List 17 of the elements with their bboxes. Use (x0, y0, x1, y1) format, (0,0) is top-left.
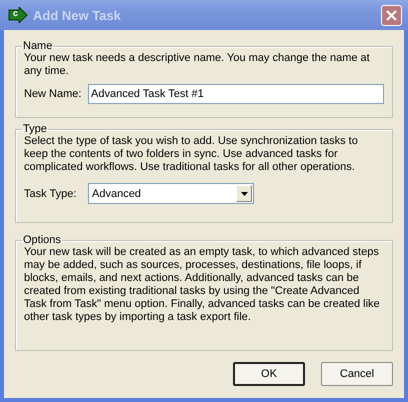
field-label: New Name: (24, 88, 82, 100)
close-button[interactable] (381, 4, 402, 26)
description-text: Select the type of task you wish to add. Use synchronization tasks to keep the contents of two folders in sync. Use advanced tasks for complicated workflows. Use traditional tasks for all other operations. (24, 135, 359, 174)
group-title: Type (22, 123, 48, 135)
window-title: Add New Task (33, 8, 121, 22)
close-icon[interactable] (386, 10, 397, 20)
default-button[interactable]: OK (233, 362, 305, 386)
icon-letter: c (13, 8, 18, 18)
description-text: Your new task will be created as an empty task, to which advanced steps may be added, such as sources, processes, destinations, file loops, if blocks, emails, and next actions. Additionally, advanced tasks can be created from existing traditional tasks by using the "Create Advanced Task from Task" menu option. Finally, advanced tasks can be created like other task types by importing a task export file. (24, 246, 381, 324)
description-text: Your new task needs a descriptive name. You may change the name at any time. (24, 52, 371, 78)
dialog-button[interactable]: Cancel (321, 362, 393, 386)
name-input-field[interactable]: Advanced Task Test #1 (88, 84, 384, 104)
field-label: Task Type: (24, 188, 78, 200)
group-title: Name (22, 40, 54, 52)
group-title: Options (22, 234, 62, 246)
arrow-icon (8, 7, 28, 23)
task-type-dropdown[interactable]: Advanced (88, 183, 254, 204)
